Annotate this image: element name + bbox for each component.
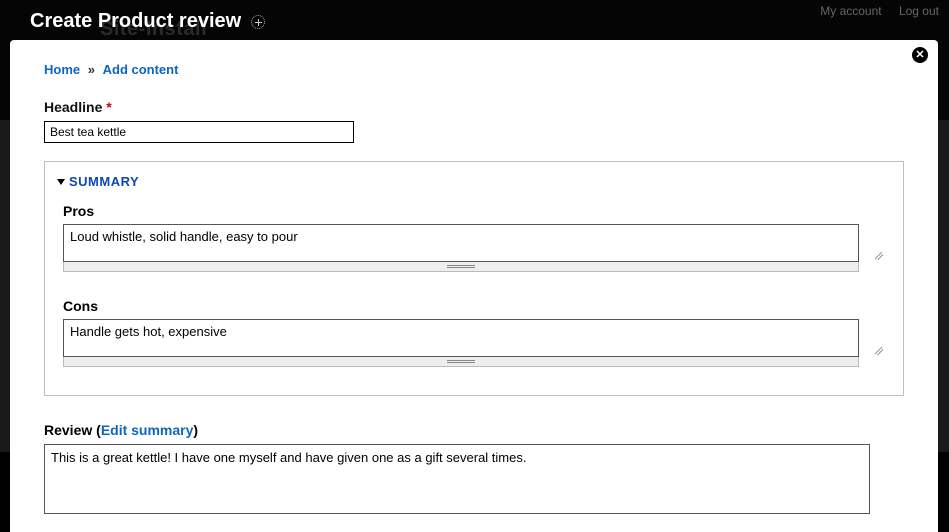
cons-wrap <box>63 319 885 357</box>
breadcrumb-add-content[interactable]: Add content <box>103 62 179 77</box>
edit-summary-link[interactable]: Edit summary <box>101 422 194 438</box>
breadcrumb: Home » Add content <box>44 62 904 77</box>
pros-field: Pros <box>63 203 885 272</box>
cons-field: Cons <box>63 298 885 367</box>
caret-down-icon <box>57 179 65 185</box>
modal-titlebar: Create Product review <box>30 10 265 33</box>
cons-textarea[interactable] <box>63 319 859 357</box>
cons-resize-handle[interactable] <box>63 357 859 367</box>
breadcrumb-home[interactable]: Home <box>44 62 80 77</box>
modal: Home » Add content Headline * SUMMARY Pr… <box>10 40 938 532</box>
review-field: Review (Edit summary) <box>44 422 904 517</box>
headline-label-text: Headline <box>44 99 102 115</box>
summary-fieldset: SUMMARY Pros Cons <box>44 161 904 396</box>
pros-label: Pros <box>63 203 885 219</box>
headline-field: Headline * <box>44 99 904 143</box>
close-icon: ✕ <box>912 47 928 63</box>
close-button[interactable]: ✕ <box>909 44 931 66</box>
review-label: Review (Edit summary) <box>44 422 198 438</box>
modal-body: Home » Add content Headline * SUMMARY Pr… <box>10 40 938 517</box>
review-textarea[interactable] <box>44 444 870 514</box>
pros-resize-handle[interactable] <box>63 262 859 272</box>
required-marker: * <box>106 99 111 115</box>
nav-logout-link[interactable]: Log out <box>899 4 939 18</box>
review-label-suffix: ) <box>193 422 198 438</box>
nav-account-link[interactable]: My account <box>820 4 881 18</box>
pros-textarea[interactable] <box>63 224 859 262</box>
top-nav: My account Log out <box>806 4 939 18</box>
expand-icon[interactable] <box>251 15 265 29</box>
review-label-prefix: Review ( <box>44 422 101 438</box>
headline-label: Headline * <box>44 99 904 115</box>
breadcrumb-sep: » <box>88 62 95 77</box>
cons-label: Cons <box>63 298 885 314</box>
headline-input[interactable] <box>44 121 354 143</box>
pros-wrap <box>63 224 885 262</box>
summary-toggle-label: SUMMARY <box>69 174 139 189</box>
page-title: Create Product review <box>30 10 241 33</box>
summary-toggle[interactable]: SUMMARY <box>57 174 885 189</box>
